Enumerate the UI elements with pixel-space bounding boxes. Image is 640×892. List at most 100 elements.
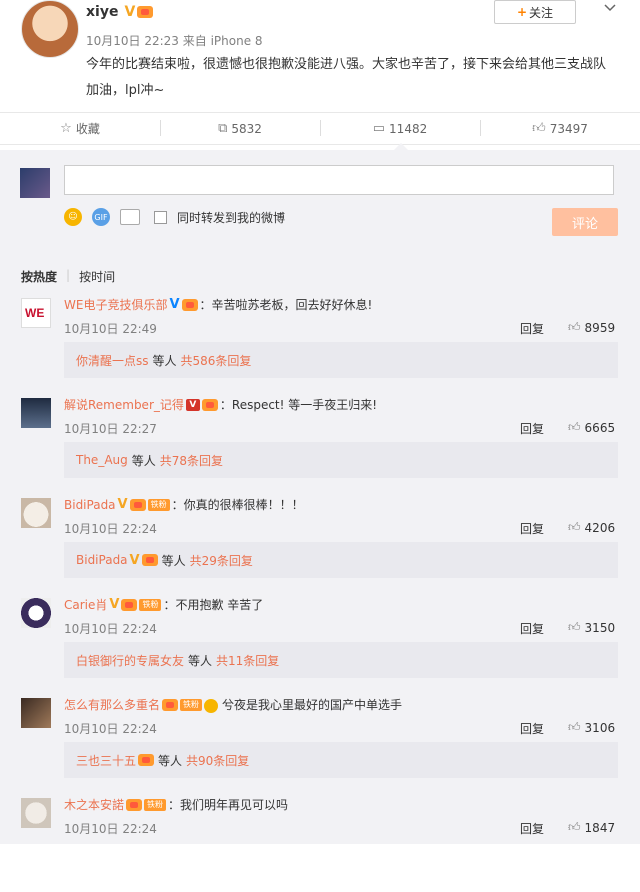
member-badge-icon	[201, 398, 218, 411]
sub-replies[interactable]: 你清醒一点ss 等人 共586条回复	[64, 342, 618, 378]
comment-input[interactable]	[64, 165, 614, 195]
repost-checkbox[interactable]	[154, 210, 167, 224]
verified-red-icon: V	[185, 398, 200, 411]
comment-like-button[interactable]: 👍︎ 6665	[568, 420, 615, 435]
commenter-name: 怎么有那么多重名 铁粉 兮夜是我心里最好的国产中单选手	[64, 698, 403, 713]
we-logo-icon: WE	[25, 306, 44, 320]
member-badge-icon	[129, 498, 146, 511]
weibo-post: xiye V 10月10日 22:23 来自 iPhone 8 今年的比赛结束啦，…	[0, 0, 640, 112]
commenter-avatar[interactable]	[21, 398, 51, 428]
reply-button[interactable]: 回复	[520, 720, 544, 737]
comment-like-button[interactable]: 👍︎ 3106	[568, 720, 615, 735]
thumbs-up-icon: 👍︎	[568, 420, 581, 434]
fan-badge: 铁粉	[144, 798, 167, 811]
repost-button[interactable]: ⧉ 5832	[160, 113, 320, 144]
reply-button[interactable]: 回复	[520, 320, 544, 337]
my-avatar	[20, 168, 50, 198]
repost-checkbox-label: 同时转发到我的微博	[177, 210, 286, 225]
sort-hot-tab[interactable]: 按热度	[21, 268, 57, 285]
comment-like-button[interactable]: 👍︎ 4206	[568, 520, 615, 535]
plus-icon: +	[516, 5, 528, 19]
comment-time: 10月10日 22:27	[64, 422, 157, 436]
comment-time: 10月10日 22:24	[64, 522, 157, 536]
comment-item: BidiPada V 铁粉 ：你真的很棒很棒！！！ 10月10日 22:24 回复 👍…	[0, 492, 640, 592]
comment-like-button[interactable]: 👍︎ 3150	[568, 620, 615, 635]
commenter-avatar[interactable]	[21, 698, 51, 728]
crying-face-icon	[204, 698, 219, 713]
comment-time: 10月10日 22:24	[64, 822, 157, 836]
commenter-avatar[interactable]	[21, 798, 51, 828]
thumbs-up-icon: 👍︎	[568, 620, 581, 634]
sort-tabs: 按热度 | 按时间	[21, 268, 115, 285]
fan-badge: 铁粉	[139, 598, 162, 611]
thumbs-up-icon: 👍︎	[568, 820, 581, 834]
comment-item: 木之本安諾 铁粉 ：我们明年再见可以吗 10月10日 22:24 回复 👍︎ 1847	[0, 792, 640, 892]
member-badge-icon	[141, 554, 158, 566]
commenter-name: 解说Remember_记得 V ：Respect! 等一手夜王归来!	[64, 398, 378, 412]
sort-divider: |	[66, 268, 71, 282]
post-actions: ☆ 收藏 ⧉ 5832 ▭ 11482 👍︎ 73497	[0, 112, 640, 145]
reply-button[interactable]: 回复	[520, 520, 544, 537]
reply-button[interactable]: 回复	[520, 620, 544, 637]
comment-time: 10月10日 22:24	[64, 722, 157, 736]
comment-item: Carie肖 V 铁粉 ：不用抱歉 辛苦了 10月10日 22:24 回复 👍︎ 315…	[0, 592, 640, 692]
post-text: 今年的比赛结束啦，很遗憾也很抱歉没能进八强。大家也辛苦了，接下来会给其他三支战队…	[86, 57, 607, 98]
member-badge-icon	[137, 6, 154, 18]
commenter-name: 木之本安諾 铁粉 ：我们明年再见可以吗	[64, 798, 289, 812]
commenter-name: Carie肖 V 铁粉 ：不用抱歉 辛苦了	[64, 597, 264, 612]
chevron-down-icon[interactable]	[604, 2, 616, 14]
gif-icon[interactable]: GIF	[92, 208, 110, 226]
verified-yellow-icon: V	[117, 497, 128, 512]
reply-button[interactable]: 回复	[520, 420, 544, 437]
favorite-button[interactable]: ☆ 收藏	[0, 113, 160, 144]
comment-item: 怎么有那么多重名 铁粉 兮夜是我心里最好的国产中单选手 10月10日 22:24 回…	[0, 692, 640, 792]
active-tab-caret	[394, 143, 408, 150]
commenter-name: WE电子竞技俱乐部 V ：辛苦啦苏老板，回去好好休息!	[64, 297, 373, 312]
thumbs-up-icon: 👍︎	[568, 520, 581, 534]
reply-button[interactable]: 回复	[520, 820, 544, 837]
comment-like-button[interactable]: 👍︎ 8959	[568, 320, 615, 335]
follow-button[interactable]: + 关注	[494, 0, 576, 24]
thumbs-up-icon: 👍︎	[568, 720, 581, 734]
sub-replies[interactable]: The_Aug 等人 共78条回复	[64, 442, 618, 478]
commenter-avatar[interactable]	[21, 498, 51, 528]
author-avatar[interactable]	[21, 0, 79, 58]
post-meta: 10月10日 22:23 来自 iPhone 8	[86, 34, 263, 48]
fan-badge: 铁粉	[180, 698, 203, 711]
comment-item: 解说Remember_记得 V ：Respect! 等一手夜王归来! 10月10日 …	[0, 392, 640, 492]
comment-item: WE WE电子竞技俱乐部 V ：辛苦啦苏老板，回去好好休息! 10月10日 22:4…	[0, 292, 640, 392]
verified-blue-icon: V	[169, 297, 180, 312]
comment-button[interactable]: ▭ 11482	[320, 113, 480, 144]
commenter-name: BidiPada V 铁粉 ：你真的很棒很棒！！！	[64, 497, 304, 512]
image-icon[interactable]	[120, 209, 140, 225]
like-icon: 👍︎	[532, 121, 546, 136]
comment-panel: ☺ GIF 同时转发到我的微博 评论 按热度 | 按时间 WE WE电子竞技俱乐…	[0, 150, 640, 844]
member-badge-icon	[162, 698, 179, 711]
thumbs-up-icon: 👍︎	[568, 320, 581, 334]
like-button[interactable]: 👍︎ 73497	[480, 113, 640, 144]
member-badge-icon	[126, 798, 143, 811]
commenter-avatar[interactable]	[21, 598, 51, 628]
comment-list: WE WE电子竞技俱乐部 V ：辛苦啦苏老板，回去好好休息! 10月10日 22:4…	[0, 292, 640, 892]
star-icon: ☆	[60, 121, 72, 136]
sort-time-tab[interactable]: 按时间	[79, 268, 115, 285]
emoji-icon[interactable]: ☺	[64, 208, 82, 226]
submit-comment-button[interactable]: 评论	[552, 208, 618, 236]
repost-icon: ⧉	[218, 121, 228, 136]
commenter-avatar[interactable]: WE	[21, 298, 51, 328]
member-badge-icon	[121, 598, 138, 611]
sub-replies[interactable]: 白银御行的专属女友 等人 共11条回复	[64, 642, 618, 678]
sub-replies[interactable]: 三也三十五 等人 共90条回复	[64, 742, 618, 778]
sub-replies[interactable]: BidiPada V 等人 共29条回复	[64, 542, 618, 578]
member-badge-icon	[138, 754, 155, 766]
author-name[interactable]: xiye V	[86, 4, 154, 20]
verified-icon: V	[124, 4, 136, 20]
verified-yellow-icon: V	[129, 552, 140, 568]
comment-time: 10月10日 22:24	[64, 622, 157, 636]
svg-text:WE: WE	[25, 306, 44, 320]
member-badge-icon	[181, 298, 198, 311]
comment-icon: ▭	[372, 121, 386, 136]
verified-yellow-icon: V	[109, 597, 120, 612]
comment-like-button[interactable]: 👍︎ 1847	[568, 820, 615, 835]
composer-tools: ☺ GIF 同时转发到我的微博	[64, 208, 285, 226]
